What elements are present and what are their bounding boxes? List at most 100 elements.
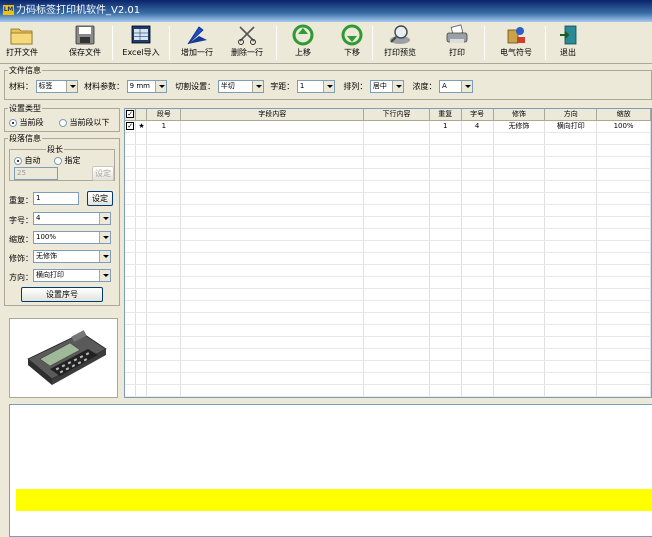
toolbar-separator: [276, 26, 277, 60]
header-select-all[interactable]: ✓: [125, 109, 137, 121]
table-row[interactable]: ✓ ★ 1 1 4 无修饰 横向打印 100%: [125, 120, 651, 133]
empty-table-row: [125, 384, 651, 397]
toolbar-separator: [169, 26, 170, 60]
empty-cell: [125, 240, 137, 253]
length-input[interactable]: 25: [14, 167, 58, 180]
empty-cell: [544, 360, 598, 373]
empty-cell: [125, 216, 137, 229]
empty-cell: [135, 396, 148, 397]
file-info-group: 文件信息 材料： 标签 材料参数： 9 mm 切割设置： 半切 字距： 1 排列…: [4, 65, 652, 100]
scale-label: 缩放：: [9, 235, 33, 244]
row-scale[interactable]: 100%: [596, 120, 651, 133]
empty-cell: [596, 336, 651, 349]
decoration-select[interactable]: 无修饰: [33, 250, 111, 263]
set-serial-button[interactable]: 设置序号: [21, 287, 103, 302]
font-size-select[interactable]: 4: [33, 212, 111, 225]
header-repeat: 重复: [429, 109, 462, 121]
empty-cell: [461, 252, 494, 265]
print-preview-button[interactable]: 打印预览: [380, 24, 420, 62]
empty-cell: [180, 144, 365, 157]
row-checkbox[interactable]: ✓: [125, 120, 137, 133]
excel-import-button[interactable]: Excel导入: [120, 24, 162, 62]
print-button[interactable]: 打印: [442, 24, 472, 62]
density-select[interactable]: A: [439, 80, 474, 93]
material-select[interactable]: 标签: [35, 80, 78, 93]
open-file-button[interactable]: 打开文件: [4, 24, 40, 62]
empty-cell: [363, 204, 430, 217]
empty-cell: [363, 240, 430, 253]
empty-cell: [363, 156, 430, 169]
empty-cell: [125, 300, 137, 313]
empty-cell: [429, 192, 462, 205]
move-down-button[interactable]: 下移: [338, 24, 366, 62]
repeat-input[interactable]: 1: [33, 192, 79, 205]
label-preview-strip: [16, 489, 652, 511]
empty-cell: [493, 228, 546, 241]
empty-cell: [596, 240, 651, 253]
empty-cell: [125, 192, 137, 205]
empty-cell: [596, 156, 651, 169]
direction-select[interactable]: 横向打印: [33, 269, 111, 282]
spacing-select[interactable]: 1: [296, 80, 335, 93]
row-font-size[interactable]: 4: [461, 120, 494, 133]
settings-type-group: 设置类型 当前段 当前段以下: [4, 103, 120, 132]
empty-cell: [146, 168, 182, 181]
empty-cell: [493, 300, 546, 313]
row-next-line[interactable]: [363, 120, 430, 133]
delete-row-button[interactable]: 删除一行: [227, 24, 267, 62]
empty-cell: [180, 168, 365, 181]
material-param-select[interactable]: 9 mm: [126, 80, 167, 93]
row-decoration[interactable]: 无修饰: [493, 120, 546, 133]
toolbar-separator: [484, 26, 485, 60]
align-select[interactable]: 居中: [369, 80, 404, 93]
exit-button[interactable]: 退出: [553, 24, 583, 62]
row-direction[interactable]: 横向打印: [544, 120, 598, 133]
empty-cell: [146, 312, 182, 325]
empty-cell: [125, 132, 137, 145]
radio-auto[interactable]: 自动: [14, 155, 41, 166]
empty-cell: [180, 192, 365, 205]
repeat-set-button[interactable]: 设定: [87, 191, 113, 206]
empty-cell: [363, 216, 430, 229]
empty-cell: [544, 252, 598, 265]
empty-cell: [544, 396, 598, 397]
cut-setting-select[interactable]: 半切: [217, 80, 264, 93]
empty-cell: [596, 324, 651, 337]
length-set-button[interactable]: 设定: [92, 166, 114, 181]
empty-cell: [493, 276, 546, 289]
segment-table: ✓ 段号 字段内容 下行内容 重复 字号 修饰 方向 缩放 ✓ ★ 1 1 4: [125, 109, 651, 397]
empty-cell: [461, 180, 494, 193]
empty-cell: [596, 312, 651, 325]
decoration-label: 修饰：: [9, 254, 33, 263]
row-repeat[interactable]: 1: [429, 120, 462, 133]
empty-table-row: [125, 300, 651, 313]
direction-label: 方向：: [9, 273, 33, 282]
empty-table-row: [125, 276, 651, 289]
empty-cell: [363, 252, 430, 265]
empty-cell: [363, 300, 430, 313]
save-file-button[interactable]: 保存文件: [67, 24, 103, 62]
empty-cell: [596, 372, 651, 385]
radio-current-and-below[interactable]: 当前段以下: [59, 117, 110, 128]
scale-select[interactable]: 100%: [33, 231, 111, 244]
add-row-button[interactable]: 增加一行: [177, 24, 217, 62]
empty-cell: [461, 276, 494, 289]
material-param-label: 材料参数：: [84, 82, 125, 91]
empty-cell: [180, 156, 365, 169]
empty-cell: [363, 312, 430, 325]
empty-cell: [125, 396, 137, 397]
row-content[interactable]: [180, 120, 365, 133]
empty-table-row: [125, 240, 651, 253]
move-up-button[interactable]: 上移: [289, 24, 317, 62]
empty-cell: [461, 372, 494, 385]
empty-cell: [363, 168, 430, 181]
electrical-symbol-button[interactable]: 电气符号: [495, 24, 537, 62]
empty-cell: [596, 132, 651, 145]
header-scale: 缩放: [596, 109, 651, 121]
radio-current-segment[interactable]: 当前段: [9, 117, 44, 128]
empty-cell: [125, 324, 137, 337]
empty-cell: [429, 168, 462, 181]
radio-manual[interactable]: 指定: [54, 155, 81, 166]
segment-grid[interactable]: ✓ 段号 字段内容 下行内容 重复 字号 修饰 方向 缩放 ✓ ★ 1 1 4: [124, 108, 652, 398]
empty-cell: [363, 132, 430, 145]
